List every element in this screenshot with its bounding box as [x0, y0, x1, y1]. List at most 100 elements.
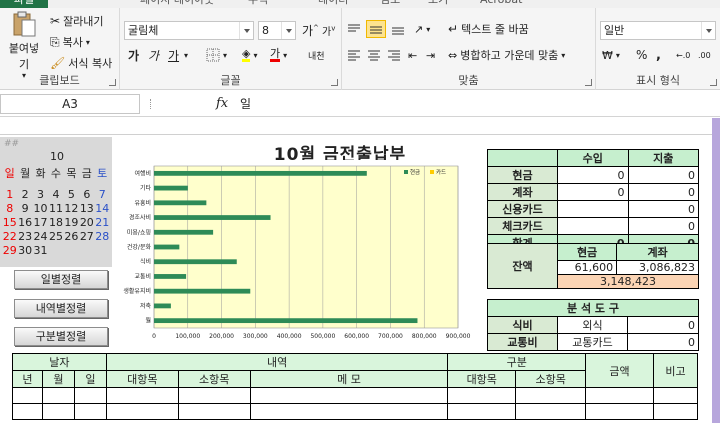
calendar-day[interactable]: 6 [79, 188, 94, 201]
ledger-cell[interactable] [447, 403, 517, 420]
formula-input[interactable]: 일 [240, 95, 251, 112]
calendar-day[interactable]: 10 [33, 202, 48, 215]
increase-font-button[interactable]: 가^ [302, 21, 319, 39]
calendar-day[interactable]: 17 [33, 216, 48, 229]
calendar-day[interactable]: 26 [64, 230, 79, 243]
sort-by-item-button[interactable]: 내역별정렬 [14, 299, 108, 318]
wrap-text-button[interactable]: ↵ 텍스트 줄 바꿈 [448, 20, 529, 38]
ledger-cell[interactable] [249, 387, 449, 404]
calendar-day[interactable]: 23 [17, 230, 32, 243]
summary-income-cell[interactable]: 0 [557, 183, 629, 201]
calendar-day[interactable]: 21 [95, 216, 110, 229]
increase-indent-button[interactable]: ⇥ [426, 46, 435, 64]
align-middle-button[interactable] [366, 20, 386, 38]
sort-by-category-button[interactable]: 구분별정렬 [14, 327, 108, 346]
ledger-cell[interactable] [652, 387, 699, 404]
chevron-down-icon[interactable]: ▾ [184, 46, 188, 64]
summary-income-cell[interactable] [557, 200, 629, 218]
name-box[interactable]: A3 [0, 94, 140, 114]
balance-cash-value[interactable]: 61,600 [556, 260, 618, 275]
ledger-cell[interactable] [41, 403, 75, 420]
calendar-day[interactable]: 7 [95, 188, 110, 201]
ledger-cell[interactable] [105, 387, 179, 404]
font-name-combo[interactable]: 굴림체 [124, 21, 254, 40]
tab-review[interactable]: 검토 [380, 0, 400, 8]
decrease-decimal-button[interactable]: .00 [698, 46, 711, 64]
calendar-day[interactable]: 3 [33, 188, 48, 201]
ledger-cell[interactable] [73, 403, 107, 420]
expense-bar-chart[interactable]: 0 100,000 200,000 300,000 400,000 500,000 600,… [114, 160, 478, 348]
calendar-day[interactable]: 20 [79, 216, 94, 229]
tab-data[interactable]: 데이터 [318, 0, 348, 8]
calendar-day[interactable]: 29 [2, 244, 17, 257]
calendar-day[interactable]: 14 [95, 202, 110, 215]
calendar-day[interactable]: 31 [33, 244, 48, 257]
ledger-cell[interactable] [447, 387, 517, 404]
ledger-cell[interactable] [73, 387, 107, 404]
ledger-cell[interactable] [177, 403, 251, 420]
ledger-cell[interactable] [105, 403, 179, 420]
underline-button[interactable]: 가 [168, 46, 179, 64]
summary-expense-cell[interactable]: 0 [627, 217, 699, 235]
calendar-day[interactable]: 24 [33, 230, 48, 243]
calendar-day[interactable]: 13 [79, 202, 94, 215]
ledger-cell[interactable] [12, 403, 43, 420]
tab-page-layout[interactable]: 페이지 레이아웃 [140, 0, 214, 8]
calendar-day[interactable]: 19 [64, 216, 79, 229]
decrease-indent-button[interactable]: ⇤ [408, 46, 417, 64]
italic-button[interactable]: 가 [148, 46, 159, 64]
calendar-day[interactable]: 22 [2, 230, 17, 243]
dialog-launcher-icon[interactable] [109, 79, 116, 86]
ledger-cell[interactable] [12, 387, 43, 404]
tab-formulas[interactable]: 수식 [248, 0, 268, 8]
file-tab[interactable]: 파일 [0, 0, 48, 8]
accounting-format-button[interactable]: ₩ ▾ [602, 46, 620, 64]
summary-income-cell[interactable] [557, 217, 629, 235]
align-bottom-button[interactable] [390, 20, 406, 38]
insert-function-icon[interactable]: fx [216, 96, 228, 111]
bold-button[interactable]: 가 [128, 46, 139, 64]
decrease-font-button[interactable]: 가v [322, 21, 335, 39]
analysis-subcategory[interactable]: 외식 [557, 316, 628, 334]
summary-income-cell[interactable]: 0 [557, 166, 629, 184]
calendar-day[interactable]: 18 [48, 216, 63, 229]
summary-expense-cell[interactable]: 0 [627, 200, 699, 218]
ledger-cell[interactable] [515, 403, 587, 420]
ledger-cell[interactable] [585, 403, 654, 420]
tab-acrobat[interactable]: Acrobat [480, 0, 522, 8]
orientation-button[interactable]: ↗ ▾ [414, 20, 430, 38]
analysis-subcategory[interactable]: 교통카드 [557, 333, 628, 351]
align-left-button[interactable] [346, 46, 362, 64]
borders-button[interactable]: ▾ [206, 46, 227, 64]
sort-daily-button[interactable]: 일별정렬 [14, 270, 108, 289]
cut-button[interactable]: ✂ 잘라내기 [50, 12, 104, 30]
format-painter-button[interactable]: 🖌 서식 복사 [50, 54, 112, 72]
ledger-cell[interactable] [41, 387, 75, 404]
calendar-day[interactable]: 11 [48, 202, 63, 215]
ledger-cell[interactable] [652, 403, 699, 420]
summary-expense-cell[interactable]: 0 [627, 166, 699, 184]
percent-button[interactable]: % [636, 46, 647, 64]
number-format-combo[interactable]: 일반 [600, 21, 716, 40]
calendar-day[interactable]: 12 [64, 202, 79, 215]
ledger-cell[interactable] [177, 387, 251, 404]
font-size-combo[interactable]: 8 [258, 21, 296, 40]
calendar-day[interactable]: 15 [2, 216, 17, 229]
calendar-day[interactable]: 5 [64, 188, 79, 201]
vertical-scrollbar[interactable] [712, 118, 720, 423]
analysis-value[interactable]: 0 [627, 333, 699, 351]
calendar-day[interactable]: 30 [17, 244, 32, 257]
calendar-day[interactable]: 4 [48, 188, 63, 201]
calendar-day[interactable]: 28 [95, 230, 110, 243]
phonetic-guide-button[interactable]: 내천 [308, 46, 325, 64]
ledger-cell[interactable] [585, 387, 654, 404]
align-top-button[interactable] [346, 20, 362, 38]
fill-color-button[interactable]: ◈ ▾ [242, 46, 257, 64]
calendar-day[interactable]: 25 [48, 230, 63, 243]
copy-button[interactable]: ⎘ 복사 ▾ [50, 33, 90, 51]
ledger-cell[interactable] [249, 403, 449, 420]
summary-expense-cell[interactable]: 0 [627, 183, 699, 201]
align-right-button[interactable] [386, 46, 402, 64]
font-color-button[interactable]: 가 ▾ [270, 46, 287, 64]
dialog-launcher-icon[interactable] [331, 79, 338, 86]
